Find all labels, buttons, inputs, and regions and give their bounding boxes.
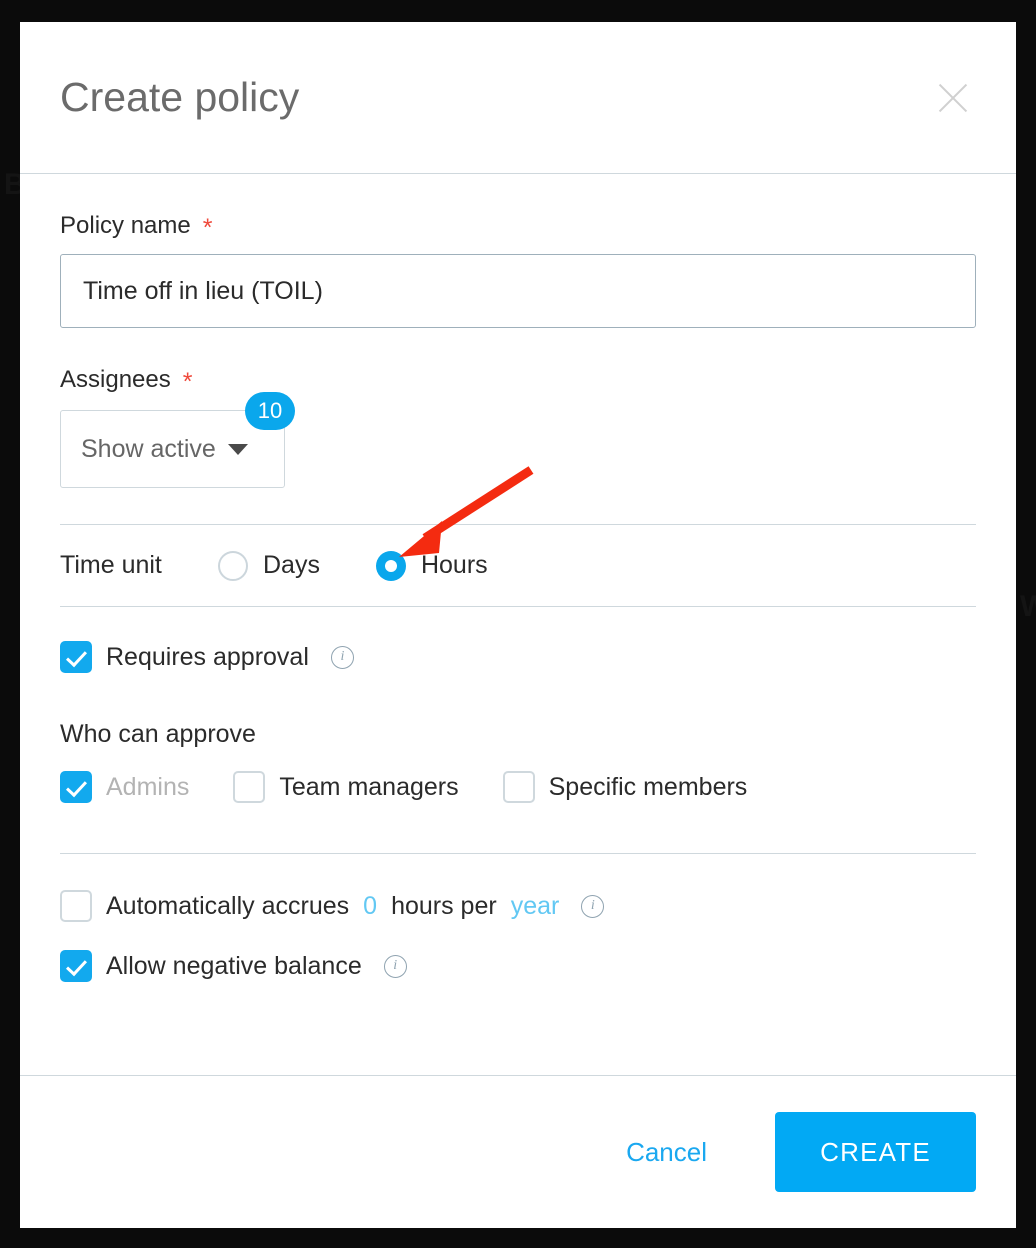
close-icon[interactable] <box>930 75 976 121</box>
background-ghost-text-right: W <box>1020 590 1036 623</box>
admins-label: Admins <box>106 772 190 801</box>
info-icon[interactable]: i <box>330 645 354 669</box>
who-option-admins[interactable]: Admins <box>60 771 189 803</box>
assignees-label-row: Assignees * <box>60 328 976 396</box>
auto-accrual-prefix-label: Automatically accrues <box>106 891 350 920</box>
assignees-dropdown-value: Show active <box>81 434 216 463</box>
info-icon[interactable]: i <box>581 894 605 918</box>
divider <box>60 853 976 854</box>
page-title: Create policy <box>60 73 300 120</box>
radio-option-days[interactable]: Days <box>218 550 320 581</box>
who-option-specific-members[interactable]: Specific members <box>502 771 748 803</box>
specific-members-checkbox[interactable] <box>502 771 535 803</box>
who-can-approve-options: Admins Team managers Specific members <box>60 771 976 803</box>
requires-approval-checkbox[interactable] <box>60 641 92 673</box>
assignees-label: Assignees <box>60 366 171 393</box>
requires-approval-row[interactable]: Requires approval i <box>60 641 976 673</box>
dialog-footer: Cancel CREATE <box>20 1075 1016 1228</box>
cancel-button[interactable]: Cancel <box>604 1123 729 1182</box>
policy-name-label: Policy name <box>60 212 191 239</box>
create-button[interactable]: CREATE <box>775 1112 976 1192</box>
specific-members-label: Specific members <box>548 772 748 801</box>
radio-days-icon[interactable] <box>218 550 248 581</box>
allow-negative-balance-row[interactable]: Allow negative balance i <box>60 950 976 982</box>
radio-hours-label: Hours <box>420 551 488 579</box>
allow-negative-balance-label: Allow negative balance <box>106 951 362 980</box>
info-icon[interactable]: i <box>383 954 407 978</box>
accrual-period-value[interactable]: year <box>511 892 560 921</box>
policy-name-input[interactable] <box>60 254 976 328</box>
auto-accrual-checkbox[interactable] <box>60 890 92 922</box>
chevron-down-icon <box>227 443 248 455</box>
time-unit-label: Time unit <box>60 551 162 579</box>
policy-name-label-row: Policy name * <box>60 174 976 242</box>
auto-accrual-middle-label: hours per <box>391 891 497 920</box>
assignees-count-badge: 10 <box>245 392 295 430</box>
create-policy-dialog: Create policy Policy name * Assignees * … <box>20 22 1016 1228</box>
required-asterisk: * <box>182 368 193 396</box>
allow-negative-balance-checkbox[interactable] <box>60 950 92 982</box>
auto-accrual-row[interactable]: Automatically accrues 0 hours per year i <box>60 890 976 922</box>
dialog-header: Create policy <box>20 22 1016 174</box>
admins-checkbox[interactable] <box>60 771 92 803</box>
accrual-amount-value[interactable]: 0 <box>363 892 377 921</box>
requires-approval-label: Requires approval <box>106 642 309 671</box>
who-can-approve-label: Who can approve <box>60 720 256 748</box>
who-option-team-managers[interactable]: Team managers <box>233 771 459 803</box>
required-asterisk: * <box>202 214 213 242</box>
assignees-dropdown-wrapper: Show active 10 <box>60 392 295 488</box>
team-managers-checkbox[interactable] <box>233 771 266 803</box>
radio-days-label: Days <box>263 551 320 579</box>
radio-option-hours[interactable]: Hours <box>375 550 488 581</box>
radio-hours-icon[interactable] <box>375 550 406 581</box>
time-unit-row: Time unit Days Hours <box>60 525 976 606</box>
team-managers-label: Team managers <box>279 772 459 801</box>
dialog-body: Policy name * Assignees * Show active 10… <box>20 174 1016 1075</box>
divider <box>60 606 976 607</box>
